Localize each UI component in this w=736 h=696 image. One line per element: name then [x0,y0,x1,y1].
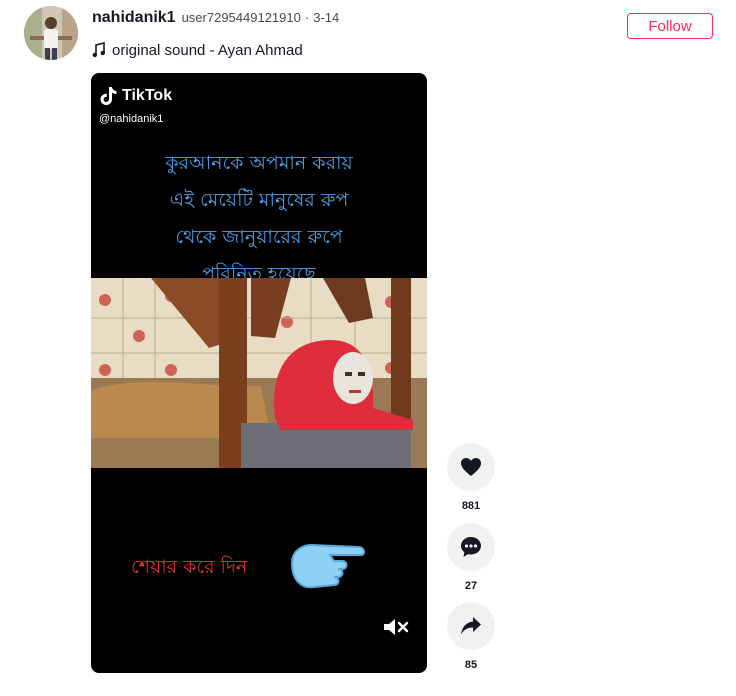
author-line: nahidanik1 user7295449121910 · 3-14 [92,9,339,31]
video-caption: কুরআনকে অপমান করায় এই মেয়েটি মানুষের র… [91,145,427,293]
heart-icon [461,458,481,476]
like-count: 881 [461,500,481,512]
caption-line: এই মেয়েটি মানুষের রুপ [169,189,349,211]
music-note-icon [92,42,105,58]
tiktok-brand: TikTok [122,87,173,104]
tiktok-logo-icon [100,87,117,105]
comment-count: 27 [464,580,478,592]
video-player[interactable]: TikTok @nahidanik1 কুরআনকে অপমান করায় এ… [91,73,427,673]
tiktok-watermark: TikTok [100,86,172,106]
caption-line: থেকে জানুয়ারের রুপে [175,226,343,248]
author-avatar[interactable] [24,6,78,60]
post-date: 3-14 [313,10,340,25]
share-count: 85 [464,659,478,671]
video-frame-scene [91,278,427,468]
follow-button[interactable]: Follow [627,13,713,39]
comment-button[interactable] [447,523,495,571]
like-button[interactable] [447,443,495,491]
comment-action: 27 [447,523,495,592]
comment-icon [461,537,481,557]
watermark-handle: @nahidanik1 [99,113,164,125]
music-link[interactable]: original sound - Ayan Ahmad [92,40,303,60]
share-arrow-icon [461,617,481,635]
author-name[interactable]: nahidanik1 [92,9,176,27]
music-title: original sound - Ayan Ahmad [112,41,303,59]
like-action: 881 [447,443,495,512]
caption-line: কুরআনকে অপমান করায় [165,152,353,174]
share-action: 85 [447,602,495,671]
pointing-hand-icon [290,543,366,589]
author-id[interactable]: user7295449121910 [182,10,301,25]
share-button[interactable] [447,602,495,650]
mute-icon[interactable] [382,616,410,638]
share-prompt-text: শেয়ার করে দিন [131,556,248,578]
separator-dot: · [304,10,310,25]
